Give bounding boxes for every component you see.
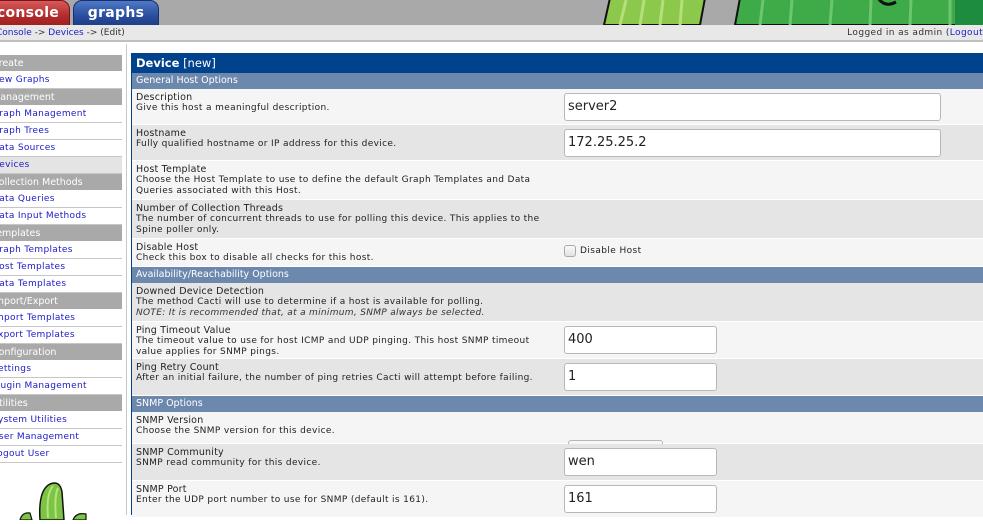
- sidebar-item-graph-trees[interactable]: Graph Trees: [0, 123, 122, 140]
- ping-retry-input[interactable]: 1: [564, 363, 717, 391]
- field-snmp-version: SNMP Version Choose the SNMP version for…: [132, 412, 983, 465]
- snmp-community-input[interactable]: wen: [564, 448, 717, 476]
- field-description-text: Enter the UDP port number to use for SNM…: [136, 495, 429, 505]
- breadcrumb-separator: ->: [86, 28, 98, 38]
- field-note: NOTE: It is recommended that, at a minim…: [136, 308, 485, 318]
- device-edit-form: Device [new] General Host Options Descri…: [131, 53, 983, 518]
- sidebar-item-import-templates[interactable]: Import Templates: [0, 310, 122, 327]
- sidebar-item-export-templates[interactable]: Export Templates: [0, 327, 122, 344]
- sidebar-header-collection-methods: Collection Methods: [0, 174, 122, 191]
- disable-host-checkbox-label[interactable]: Disable Host: [580, 246, 642, 256]
- field-collection-threads: Number of Collection Threads The number …: [132, 200, 983, 267]
- form-title-text: Device: [136, 56, 180, 70]
- sidebar-item-devices[interactable]: Devices: [0, 157, 122, 174]
- field-description-text: Give this host a meaningful description.: [136, 103, 330, 113]
- field-description-text: The number of concurrent threads to use …: [136, 214, 540, 235]
- sidebar-item-data-sources[interactable]: Data Sources: [0, 140, 122, 157]
- breadcrumb-console[interactable]: Console: [0, 28, 32, 38]
- breadcrumb-bar: Console -> Devices -> (Edit) Logged in a…: [0, 25, 983, 42]
- field-label: SNMP Community: [136, 447, 224, 458]
- sidebar-header-import-export: Import/Export: [0, 293, 122, 310]
- field-label: SNMP Version: [136, 415, 204, 426]
- breadcrumb-devices[interactable]: Devices: [48, 28, 83, 38]
- tab-console[interactable]: console: [0, 0, 70, 25]
- login-status: Logged in as admin (Logout: [847, 25, 983, 42]
- field-host-template: Host Template Choose the Host Template t…: [132, 161, 983, 229]
- sidebar-header-utilities: Utilities: [0, 395, 122, 412]
- sidebar-item-logout-user[interactable]: Logout User: [0, 446, 122, 463]
- sidebar-item-settings[interactable]: Settings: [0, 361, 122, 378]
- cactus-mascot-icon: [18, 480, 98, 524]
- breadcrumb-current: (Edit): [100, 28, 125, 38]
- field-label: Downed Device Detection: [136, 286, 265, 297]
- field-description-text: SNMP read community for this device.: [136, 458, 321, 468]
- field-description-text: Choose the Host Template to use to defin…: [136, 175, 531, 196]
- field-description-text: Choose the SNMP version for this device.: [136, 426, 335, 436]
- field-downed-device-detection: Downed Device Detection The method Cacti…: [132, 283, 983, 349]
- sidebar-item-graph-templates[interactable]: Graph Templates: [0, 242, 122, 259]
- sidebar-header-create: Create: [0, 55, 122, 72]
- field-label: Host Template: [136, 164, 207, 175]
- sidebar-divider: [126, 44, 127, 515]
- field-description-text: The timeout value to use for host ICMP a…: [136, 336, 530, 357]
- field-label: Number of Collection Threads: [136, 203, 284, 214]
- disable-host-control: Disable Host: [564, 245, 642, 258]
- field-description-text: After an initial failure, the number of …: [136, 373, 533, 383]
- sidebar-header-templates: Templates: [0, 225, 122, 242]
- section-availability-options: Availability/Reachability Options: [132, 267, 983, 283]
- field-label: SNMP Port: [136, 484, 187, 495]
- ping-timeout-input[interactable]: 400: [564, 326, 717, 354]
- field-description-text: Fully qualified hostname or IP address f…: [136, 139, 397, 149]
- tab-graphs-label: graphs: [87, 5, 145, 21]
- field-snmp-community: SNMP Community SNMP read community for t…: [132, 444, 983, 481]
- sidebar-header-management: Management: [0, 89, 122, 106]
- form-title-status: [new]: [183, 56, 216, 70]
- sidebar-item-host-templates[interactable]: Host Templates: [0, 259, 122, 276]
- field-label: Ping Retry Count: [136, 362, 219, 373]
- tab-graphs[interactable]: graphs: [73, 0, 159, 25]
- disable-host-checkbox[interactable]: [564, 245, 576, 257]
- login-text: Logged in as admin (: [847, 28, 950, 38]
- sidebar: Create New Graphs Management Graph Manag…: [0, 55, 122, 463]
- breadcrumb: Console -> Devices -> (Edit): [0, 25, 125, 42]
- sidebar-item-plugin-management[interactable]: Plugin Management: [0, 378, 122, 395]
- field-description-text: Check this box to disable all checks for…: [136, 253, 374, 263]
- field-description: Description Give this host a meaningful …: [132, 89, 983, 125]
- sidebar-item-system-utilities[interactable]: System Utilities: [0, 412, 122, 429]
- section-general-host-options: General Host Options: [132, 73, 983, 89]
- form-title: Device [new]: [132, 53, 983, 73]
- tab-console-label: console: [0, 5, 60, 21]
- sidebar-item-graph-management[interactable]: Graph Management: [0, 106, 122, 123]
- cactus-logo-icon: [600, 0, 983, 25]
- sidebar-item-new-graphs[interactable]: New Graphs: [0, 72, 122, 89]
- sidebar-item-data-input-methods[interactable]: Data Input Methods: [0, 208, 122, 225]
- field-label: Disable Host: [136, 242, 199, 253]
- field-disable-host: Disable Host Check this box to disable a…: [132, 239, 983, 267]
- sidebar-item-user-management[interactable]: User Management: [0, 429, 122, 446]
- description-input[interactable]: server2: [564, 93, 941, 121]
- field-hostname: Hostname Fully qualified hostname or IP …: [132, 125, 983, 161]
- field-label: Ping Timeout Value: [136, 325, 231, 336]
- top-banner: console graphs: [0, 0, 983, 25]
- field-description-text: The method Cacti will use to determine i…: [136, 297, 484, 307]
- sidebar-item-data-templates[interactable]: Data Templates: [0, 276, 122, 293]
- snmp-port-input[interactable]: 161: [564, 485, 717, 513]
- field-snmp-port: SNMP Port Enter the UDP port number to u…: [132, 481, 983, 518]
- breadcrumb-separator: ->: [34, 28, 46, 38]
- logout-link[interactable]: Logout: [950, 28, 983, 38]
- sidebar-header-configuration: Configuration: [0, 344, 122, 361]
- section-snmp-options: SNMP Options: [132, 396, 983, 412]
- hostname-input[interactable]: 172.25.25.2: [564, 129, 941, 157]
- field-ping-timeout: Ping Timeout Value The timeout value to …: [132, 322, 983, 359]
- sidebar-item-data-queries[interactable]: Data Queries: [0, 191, 122, 208]
- field-ping-retry-count: Ping Retry Count After an initial failur…: [132, 359, 983, 396]
